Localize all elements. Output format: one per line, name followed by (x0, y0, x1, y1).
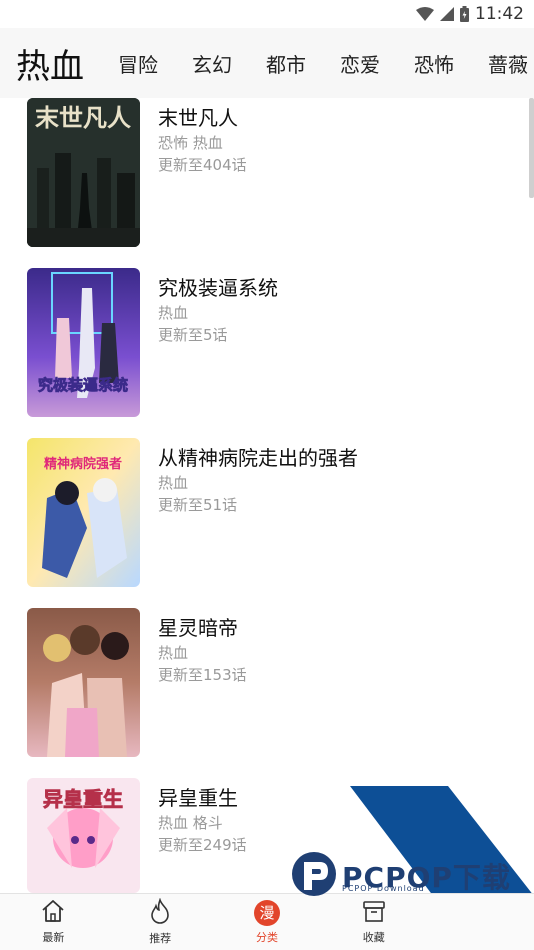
comic-cover[interactable]: 究极装逼系统 (27, 268, 140, 417)
tab-favorites[interactable]: 收藏 (320, 894, 427, 950)
status-bar: 11:42 (0, 0, 534, 28)
tab-latest[interactable]: 最新 (0, 894, 107, 950)
category-tab-horror[interactable]: 恐怖 (414, 49, 454, 78)
category-tab-adventure[interactable]: 冒险 (118, 49, 158, 78)
comic-tags: 热血 格斗 (158, 814, 223, 832)
comic-item[interactable]: 末世凡人 末世凡人 恐怖 热血 更新至404话 (0, 98, 534, 268)
cover-title-text: 究极装逼系统 (38, 376, 128, 394)
manga-badge-icon: 漫 (253, 899, 280, 926)
category-tab-fantasy[interactable]: 玄幻 (192, 49, 232, 78)
tab-category[interactable]: 漫 分类 (214, 894, 321, 950)
comic-update: 更新至51话 (158, 496, 238, 514)
comic-cover[interactable]: 末世凡人 (27, 98, 140, 247)
tab-label: 分类 (255, 930, 278, 944)
comic-title[interactable]: 究极装逼系统 (158, 272, 278, 301)
comic-list: 末世凡人 末世凡人 恐怖 热血 更新至404话 究极装逼系统 究极装逼系统 热血… (0, 98, 534, 893)
comic-update: 更新至404话 (158, 156, 247, 174)
comic-title[interactable]: 末世凡人 (158, 102, 238, 131)
comic-title[interactable]: 异皇重生 (158, 782, 238, 811)
scrollbar[interactable] (529, 98, 534, 198)
category-tab-romance[interactable]: 恋爱 (340, 49, 380, 78)
cover-title-text: 异皇重生 (43, 787, 123, 811)
comic-title[interactable]: 从精神病院走出的强者 (158, 442, 358, 471)
pcpop-logo-icon (290, 850, 338, 902)
status-time: 11:42 (475, 4, 524, 24)
tab-label: 收藏 (362, 931, 385, 944)
comic-tags: 热血 (158, 304, 189, 322)
comic-update: 更新至5话 (158, 326, 228, 344)
watermark-sub: PCPOP Download (342, 884, 425, 893)
category-tab-rose[interactable]: 蔷薇 (488, 49, 528, 78)
signal-icon (440, 7, 454, 21)
watermark-logo: PCPOP下载 PCPOP Download (290, 850, 511, 902)
battery-icon (460, 6, 469, 22)
comic-title[interactable]: 星灵暗帝 (158, 612, 238, 641)
comic-item[interactable]: 星灵暗帝 热血 更新至153话 (0, 608, 534, 778)
category-tab-active[interactable]: 热血 (16, 39, 84, 88)
cover-title-text: 精神病院强者 (44, 456, 122, 472)
comic-cover[interactable]: 精神病院强者 (27, 438, 140, 587)
comic-update: 更新至153话 (158, 666, 247, 684)
comic-tags: 热血 (158, 474, 189, 492)
comic-tags: 恐怖 热血 (158, 134, 223, 152)
home-icon (40, 899, 66, 926)
comic-cover[interactable]: 异皇重生 (27, 778, 140, 893)
comic-item[interactable]: 精神病院强者 从精神病院走出的强者 热血 更新至51话 (0, 438, 534, 608)
tab-label: 推荐 (149, 932, 172, 945)
comic-item[interactable]: 究极装逼系统 究极装逼系统 热血 更新至5话 (0, 268, 534, 438)
category-tabs: 热血 冒险 玄幻 都市 恋爱 恐怖 蔷薇 (0, 28, 534, 98)
tab-recommend[interactable]: 推荐 (107, 894, 214, 950)
flame-icon (148, 897, 172, 927)
tab-label: 最新 (42, 931, 65, 944)
wifi-icon (416, 7, 434, 21)
comic-update: 更新至249话 (158, 836, 247, 854)
tab-empty (427, 894, 534, 950)
cover-title-text: 末世凡人 (35, 104, 131, 132)
comic-cover[interactable] (27, 608, 140, 757)
comic-tags: 热血 (158, 644, 189, 662)
box-icon (361, 899, 387, 926)
category-tab-urban[interactable]: 都市 (266, 49, 306, 78)
